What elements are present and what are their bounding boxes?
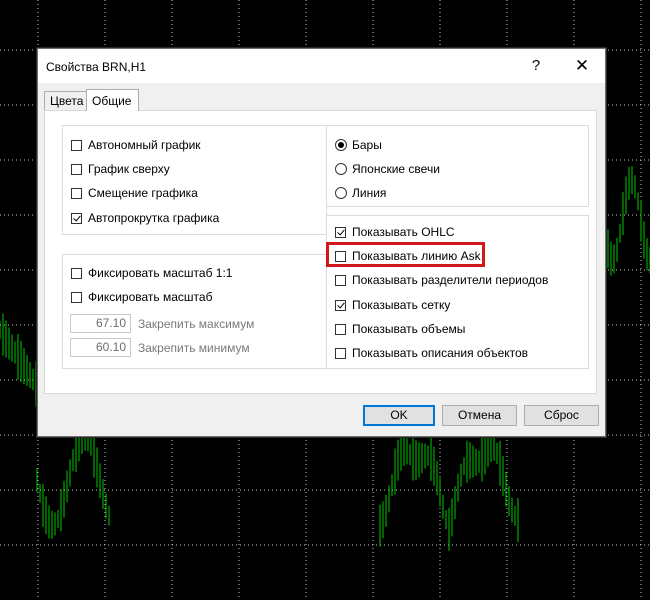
option-label: Показывать разделители периодов <box>352 273 549 287</box>
radio-line[interactable]: Линия <box>335 185 386 201</box>
checkbox[interactable] <box>71 187 82 199</box>
option-offline-chart[interactable]: Автономный график <box>71 137 201 153</box>
checkbox[interactable] <box>335 323 346 335</box>
checkbox[interactable] <box>335 274 346 286</box>
option-show-object-descriptions[interactable]: Показывать описания объектов <box>335 345 528 361</box>
dialog-titlebar: Свойства BRN,H1 ? ✕ <box>38 49 605 83</box>
option-chart-shift[interactable]: Смещение графика <box>71 185 198 201</box>
checkbox[interactable] <box>71 291 82 303</box>
option-label: Фиксировать масштаб <box>88 290 213 304</box>
radio-label: Линия <box>352 186 387 200</box>
option-label: Автопрокрутка графика <box>88 211 220 225</box>
checkbox[interactable] <box>71 163 82 175</box>
checkbox[interactable] <box>335 347 346 359</box>
general-tab-panel: Автономный график График сверху Смещение… <box>44 110 597 394</box>
checkbox[interactable] <box>335 299 346 311</box>
option-fix-scale-1-1[interactable]: Фиксировать масштаб 1:1 <box>71 265 232 281</box>
option-show-grid[interactable]: Показывать сетку <box>335 297 450 313</box>
reset-button[interactable]: Сброс <box>524 405 599 426</box>
properties-dialog: Свойства BRN,H1 ? ✕ Цвета Общие Автономн… <box>37 48 606 437</box>
option-chart-on-top[interactable]: График сверху <box>71 161 170 177</box>
option-label: Показывать описания объектов <box>352 346 529 360</box>
option-label: Показывать сетку <box>352 298 451 312</box>
option-fix-scale[interactable]: Фиксировать масштаб <box>71 289 212 305</box>
option-label: Автономный график <box>88 138 201 152</box>
help-button[interactable]: ? <box>519 55 553 77</box>
tab-colors[interactable]: Цвета <box>44 91 87 110</box>
fix-max-label: Закрепить максимум <box>138 317 255 331</box>
radio-button[interactable] <box>335 187 347 199</box>
radio-label: Японские свечи <box>352 162 440 176</box>
option-label: Фиксировать масштаб 1:1 <box>88 266 233 280</box>
chart-options-group: Автономный график График сверху Смещение… <box>62 125 327 235</box>
checkbox[interactable] <box>335 226 346 238</box>
ask-line-highlight-frame <box>326 242 485 267</box>
checkbox[interactable] <box>71 267 82 279</box>
option-show-ohlc[interactable]: Показывать OHLC <box>335 224 455 240</box>
option-label: Показывать OHLC <box>352 225 455 239</box>
radio-bars[interactable]: Бары <box>335 137 382 153</box>
fix-min-input[interactable]: 60.10 <box>70 338 131 357</box>
option-label: Смещение графика <box>88 186 198 200</box>
option-show-volumes[interactable]: Показывать объемы <box>335 321 465 337</box>
fix-max-input[interactable]: 67.10 <box>70 314 131 333</box>
radio-button[interactable] <box>335 139 347 151</box>
option-label: Показывать объемы <box>352 322 466 336</box>
option-autoscroll[interactable]: Автопрокрутка графика <box>71 210 219 226</box>
cancel-button[interactable]: Отмена <box>442 405 517 426</box>
radio-candlesticks[interactable]: Японские свечи <box>335 161 440 177</box>
chart-type-group: Бары Японские свечи Линия <box>326 125 589 207</box>
dialog-title: Свойства BRN,H1 <box>46 60 147 74</box>
checkbox[interactable] <box>71 139 82 151</box>
tab-general[interactable]: Общие <box>86 89 139 111</box>
radio-label: Бары <box>352 138 382 152</box>
ok-button[interactable]: OK <box>363 405 435 426</box>
radio-button[interactable] <box>335 163 347 175</box>
close-button[interactable]: ✕ <box>565 55 599 77</box>
option-show-period-separators[interactable]: Показывать разделители периодов <box>335 272 548 288</box>
scale-options-group: Фиксировать масштаб 1:1 Фиксировать масш… <box>62 254 327 369</box>
show-options-group: Показывать OHLC Показывать линию Ask Пок… <box>326 215 589 369</box>
fix-min-label: Закрепить минимум <box>138 341 250 355</box>
option-label: График сверху <box>88 162 170 176</box>
checkbox[interactable] <box>71 212 82 224</box>
